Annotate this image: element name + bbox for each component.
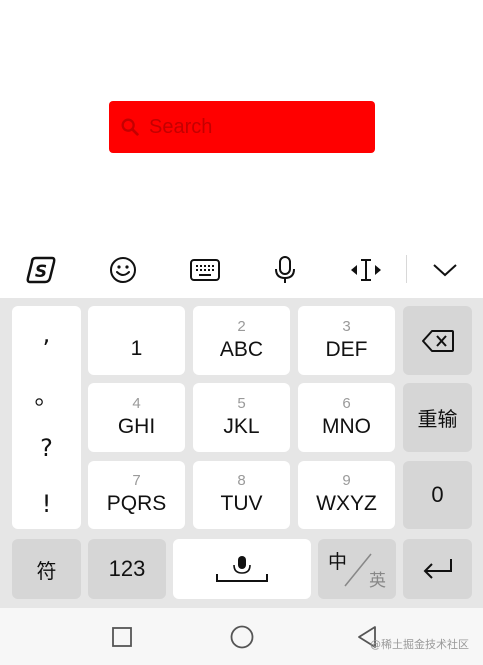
reenter-label: 重输 [417,407,458,431]
keyboard-toolbar: S [0,240,483,298]
punct-comma[interactable]: , [12,320,81,348]
key-number: 9 [342,472,351,489]
watermark-text: @稀土掘金技术社区 [370,638,469,651]
key-0[interactable]: 0 [403,461,472,529]
key-9[interactable]: 9 WXYZ [298,461,395,529]
symbols-key[interactable]: 符 [12,539,81,599]
zero-label: 0 [431,482,444,507]
space-voice-key[interactable] [173,539,311,599]
cursor-move-icon[interactable] [344,248,388,292]
search-icon [121,118,139,136]
key-7[interactable]: 7 PQRS [88,461,185,529]
key-6[interactable]: 6 MNO [298,383,395,452]
symbols-label: 符 [36,558,57,583]
key-number: 7 [132,472,141,489]
key-letters: MNO [322,414,371,438]
emoji-icon[interactable] [101,248,145,292]
square-icon [112,627,132,647]
reenter-key[interactable]: 重输 [403,383,472,452]
language-switch-key[interactable]: 中 英 [318,539,396,599]
key-number: 2 [237,317,246,335]
keyboard-icon[interactable] [183,248,227,292]
recent-apps-button[interactable] [107,622,137,652]
circle-icon [230,625,254,649]
key-letters: ABC [219,337,264,361]
key-3[interactable]: 3 DEF [298,306,395,375]
search-input[interactable] [149,115,349,139]
key-number: 4 [132,394,141,412]
key-letters: JKL [223,414,260,438]
key-4[interactable]: 4 GHI [88,383,185,452]
key-2[interactable]: 2 ABC [193,306,290,375]
key-number: 5 [237,394,246,412]
enter-icon [423,559,452,579]
key-letters: DEF [325,337,368,361]
backspace-key[interactable] [403,306,472,375]
app-screen: Search S , 。 ? ! 1 2 ABC 3 DEF 4 GHI 5 J… [0,0,483,665]
key-number: 8 [237,472,246,489]
key-letters: TUV [220,492,263,515]
microphone-icon[interactable] [263,248,307,292]
toolbar-divider [406,255,407,283]
enter-key[interactable] [403,539,472,599]
punct-period[interactable]: 。 [12,376,81,411]
key-8[interactable]: 8 TUV [193,461,290,529]
svg-text:S: S [35,262,47,282]
t9-keyboard: , 。 ? ! 1 2 ABC 3 DEF 4 GHI 5 JKL 6 MNO … [0,298,483,608]
numbers-key[interactable]: 123 [88,539,166,599]
punct-exclamation[interactable]: ! [12,490,81,518]
key-1[interactable]: 1 [88,306,185,375]
home-button[interactable] [227,622,257,652]
system-nav-bar: @稀土掘金技术社区 [0,608,483,665]
key-letters: 1 [130,336,143,360]
key-letters: GHI [117,414,156,438]
search-bar[interactable] [109,101,375,153]
key-number: 6 [342,394,351,412]
key-letters: WXYZ [316,492,377,515]
sogou-logo-icon[interactable]: S [20,248,64,292]
key-5[interactable]: 5 JKL [193,383,290,452]
key-letters: PQRS [106,492,167,515]
space-mic-icon [216,556,268,582]
punctuation-column[interactable]: , 。 ? ! [12,306,81,529]
numbers-label: 123 [108,556,146,581]
chevron-down-icon[interactable] [423,248,467,292]
backspace-icon [421,329,454,352]
lang-primary-label: 中 [328,551,348,573]
key-number: 3 [342,317,351,335]
lang-secondary-label: 英 [369,571,386,591]
punct-question[interactable]: ? [12,434,81,462]
